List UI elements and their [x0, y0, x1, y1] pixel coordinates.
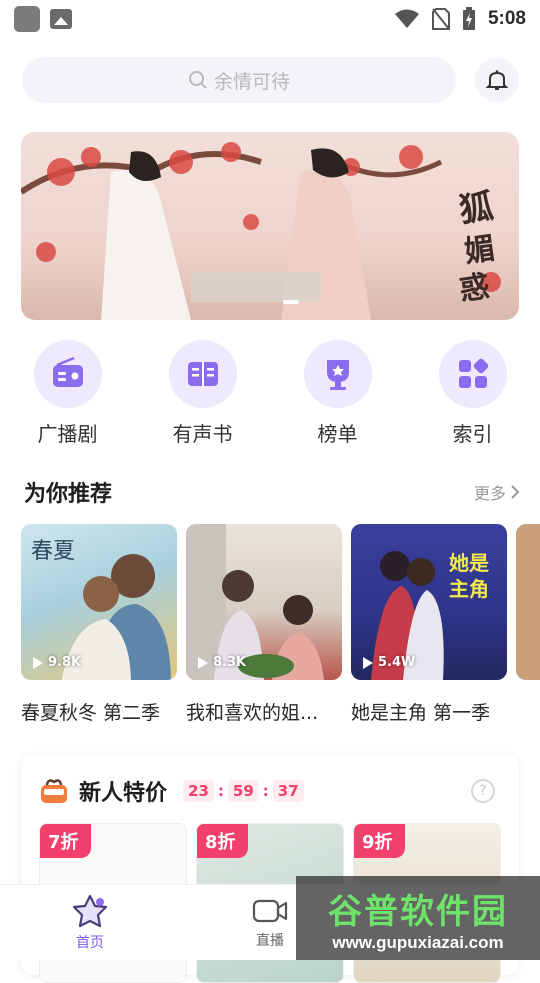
banner-artwork: 狐 媚 惑 — [21, 142, 501, 320]
battery-charging-icon — [462, 7, 475, 30]
svg-text:惑: 惑 — [457, 269, 492, 308]
tab-label: 首页 — [76, 934, 104, 951]
card-cover: 8.3K — [186, 524, 342, 680]
help-icon[interactable]: ? — [471, 779, 495, 803]
play-count: 9.8K — [33, 655, 81, 670]
watermark: 谷普软件园 www.gupuxiazai.com — [296, 876, 540, 960]
star-home-icon — [72, 894, 108, 927]
tab-home[interactable]: 首页 — [0, 885, 180, 960]
status-bar: 5:08 — [0, 0, 540, 38]
book-icon — [187, 362, 218, 386]
svg-text:媚: 媚 — [462, 231, 497, 270]
new-user-title: 新人特价 — [79, 781, 168, 806]
timer-seconds: 37 — [272, 780, 304, 802]
play-icon — [198, 656, 208, 669]
card-cover: 春夏 9.8K — [21, 524, 177, 680]
discount-tag: 7折 — [40, 824, 91, 858]
trophy-icon — [326, 360, 349, 390]
clock: 5:08 — [487, 8, 526, 29]
more-link[interactable]: 更多 — [474, 480, 520, 504]
more-label: 更多 — [473, 484, 506, 503]
new-user-header: 新人特价 23 : 59 : 37 — [39, 775, 304, 807]
play-icon — [33, 656, 43, 669]
recommend-list: 春夏 9.8K 春夏秋冬 第二季 8.3K 我和喜欢的姐... 她是 主角 5.4… — [21, 524, 540, 734]
play-count: 5.4W — [363, 655, 415, 670]
recommend-card[interactable]: 8.3K 我和喜欢的姐... — [186, 524, 342, 725]
quick-nav-label: 榜单 — [317, 422, 358, 446]
recommend-card-partial[interactable] — [516, 524, 540, 680]
svg-text:主角: 主角 — [449, 577, 489, 601]
svg-text:狐: 狐 — [457, 187, 496, 231]
search-placeholder: 余情可待 — [213, 70, 290, 93]
no-sim-icon — [431, 8, 450, 30]
watermark-name: 谷普软件园 — [328, 891, 508, 932]
play-icon — [363, 656, 373, 669]
watermark-url: www.gupuxiazai.com — [332, 932, 504, 952]
card-title: 春夏秋冬 第二季 — [21, 702, 161, 724]
app-notification-icon — [14, 6, 40, 32]
countdown-timer: 23 : 59 : 37 — [183, 780, 304, 802]
quick-nav-index[interactable]: 索引 — [405, 340, 540, 447]
quick-nav-ranking[interactable]: 榜单 — [270, 340, 405, 447]
timer-hours: 23 — [183, 780, 214, 802]
section-title: 为你推荐 — [24, 482, 113, 507]
carousel-indicator — [283, 300, 299, 304]
tab-label: 直播 — [256, 932, 284, 949]
play-count: 8.3K — [198, 655, 246, 670]
quick-nav-label: 索引 — [452, 422, 493, 446]
card-cover: 她是 主角 5.4W — [351, 524, 507, 680]
search-icon — [188, 71, 207, 89]
recommend-card[interactable]: 春夏 9.8K 春夏秋冬 第二季 — [21, 524, 177, 725]
card-cover — [516, 524, 540, 680]
svg-text:她是: 她是 — [449, 551, 489, 575]
radio-icon — [52, 356, 83, 387]
video-camera-icon — [252, 899, 288, 922]
card-title: 我和喜欢的姐... — [186, 702, 319, 724]
discount-tag: 8折 — [197, 824, 248, 858]
search-input[interactable]: 余情可待 — [22, 57, 456, 103]
recommend-header: 为你推荐 更多 — [24, 476, 520, 508]
timer-minutes: 59 — [227, 780, 259, 802]
banner-carousel[interactable]: 狐 媚 惑 — [21, 132, 519, 320]
svg-text:春夏: 春夏 — [31, 539, 75, 564]
notification-button[interactable] — [475, 58, 519, 102]
wifi-icon — [394, 9, 419, 28]
quick-nav-label: 有声书 — [172, 422, 233, 446]
quick-nav-audiobook[interactable]: 有声书 — [135, 340, 270, 447]
category-icon — [458, 358, 488, 388]
bell-icon — [485, 70, 509, 90]
card-title: 她是主角 第一季 — [351, 702, 491, 724]
quick-nav-radio-drama[interactable]: 广播剧 — [0, 340, 135, 447]
quick-nav: 广播剧 有声书 榜单 索引 — [0, 340, 540, 447]
discount-tag: 9折 — [354, 824, 405, 858]
quick-nav-label: 广播剧 — [37, 422, 98, 446]
recommend-card[interactable]: 她是 主角 5.4W 她是主角 第一季 — [351, 524, 507, 725]
image-notification-icon — [50, 9, 72, 29]
gift-basket-icon — [41, 779, 67, 803]
chevron-right-icon — [511, 485, 520, 499]
